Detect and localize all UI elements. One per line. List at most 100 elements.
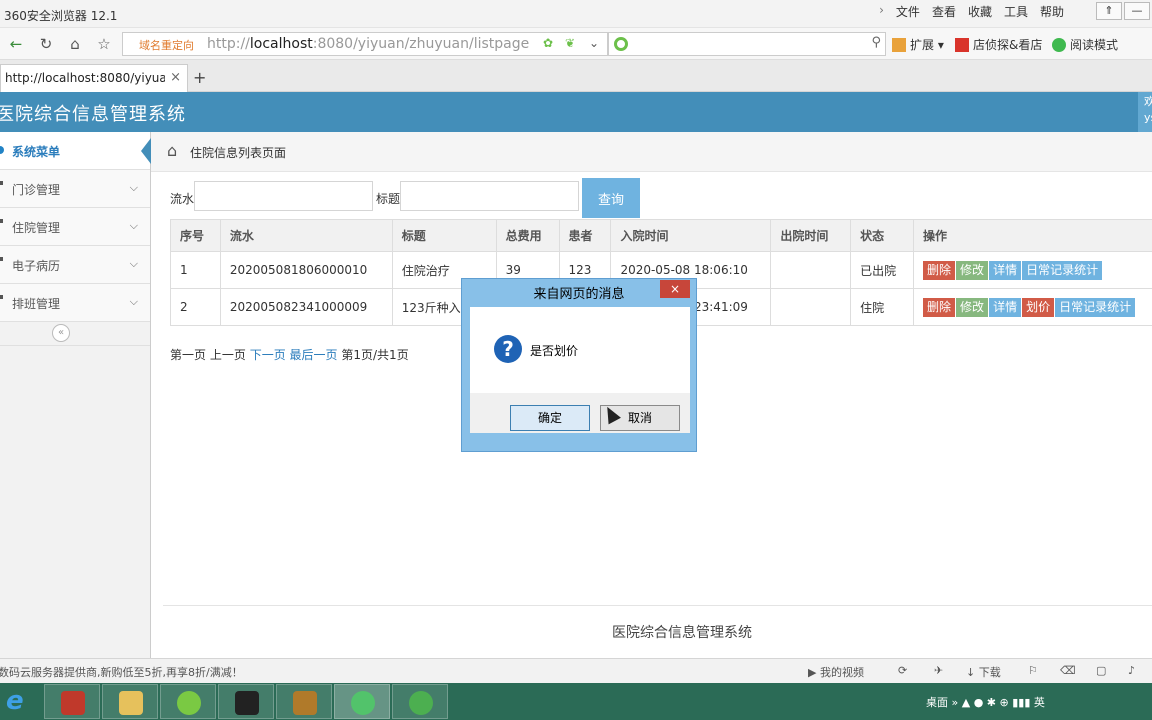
leaf-icon[interactable]: ❦	[565, 36, 575, 50]
shop-icon	[955, 38, 969, 52]
chevron-down-icon: ⌵	[129, 295, 138, 308]
bullet-icon	[0, 219, 3, 223]
title-input[interactable]	[400, 181, 579, 211]
app-taskbar-button[interactable]	[44, 684, 100, 719]
read-mode-button[interactable]: 阅读模式	[1052, 36, 1118, 53]
extensions-icon	[892, 38, 906, 52]
sidebar-item-inpatient[interactable]: 住院管理 ⌵	[0, 208, 150, 246]
pager-info: 第1页/共1页	[341, 348, 409, 362]
ide-taskbar-button[interactable]	[218, 684, 274, 719]
ok-button[interactable]: 确定	[510, 405, 590, 431]
pager-next[interactable]: 下一页	[250, 348, 286, 362]
pager-first[interactable]: 第一页	[170, 348, 206, 362]
app-header: 医院综合信息管理系统 欢 ys	[0, 92, 1152, 132]
search-box[interactable]: ⚲	[608, 32, 886, 56]
star-icon[interactable]: ☆	[94, 34, 114, 54]
ie-taskbar-icon[interactable]: e	[0, 683, 48, 720]
tab-active[interactable]: http://localhost:8080/yiyuan/z ×	[0, 64, 188, 92]
breadcrumb: ⌂ 住院信息列表页面	[151, 132, 1152, 172]
search-engine-icon[interactable]	[614, 37, 628, 51]
chevron-right-icon[interactable]: ›	[879, 3, 884, 20]
delete-button[interactable]: 删除	[923, 260, 956, 280]
clean-icon[interactable]: ⌫	[1060, 664, 1076, 677]
minimize-button[interactable]: —	[1124, 2, 1150, 20]
chevron-down-icon[interactable]: ⌄	[589, 36, 599, 50]
app-icon	[61, 691, 85, 715]
sidebar-item-scheduling[interactable]: 排班管理 ⌵	[0, 284, 150, 322]
promo-text[interactable]: 数码云服务器提供商,新购低至5折,再享8折/满减！	[0, 664, 243, 680]
desktop-label[interactable]: 桌面	[926, 696, 948, 709]
menu-view[interactable]: 查看	[932, 3, 956, 20]
read-mode-icon	[1052, 38, 1066, 52]
col-title: 标题	[391, 219, 497, 252]
col-discharge: 出院时间	[770, 219, 852, 252]
browser-icon	[177, 691, 201, 715]
table-header-row: 序号 流水 标题 总费用 患者 入院时间 出院时间 状态 操作	[170, 219, 1152, 252]
delete-button[interactable]: 删除	[923, 297, 956, 317]
window-icon[interactable]: ▢	[1096, 664, 1106, 677]
edit-button[interactable]: 修改	[956, 260, 989, 280]
tray-expand-icon[interactable]: » ▲	[952, 696, 974, 709]
video-button[interactable]: ▶ 我的视频	[808, 664, 864, 680]
address-bar[interactable]: 域名重定向 http://localhost:8080/yiyuan/zhuyu…	[122, 32, 608, 56]
active-browser-taskbar-button[interactable]	[334, 684, 390, 719]
explorer-taskbar-button[interactable]	[102, 684, 158, 719]
chevron-down-icon: ⌵	[129, 219, 138, 232]
pin-icon[interactable]: ✈	[934, 664, 943, 677]
shop-button[interactable]: 店侦探&看店	[955, 36, 1042, 53]
col-index: 序号	[170, 219, 221, 252]
sound-icon[interactable]: ♪	[1128, 664, 1135, 677]
refresh-icon[interactable]: ↻	[36, 34, 56, 54]
home-icon[interactable]: ⌂	[167, 141, 177, 160]
sidebar-header[interactable]: 系统菜单	[0, 132, 151, 170]
menu-tools[interactable]: 工具	[1004, 3, 1028, 20]
home-icon[interactable]: ⌂	[65, 34, 85, 54]
extensions-button[interactable]: 扩展 ▾	[892, 36, 944, 53]
cell-actions: 删除 修改 详情 划价 日常记录统计	[913, 288, 1152, 326]
browser-taskbar-button[interactable]	[160, 684, 216, 719]
back-icon[interactable]: ←	[6, 34, 26, 54]
book-taskbar-button[interactable]	[276, 684, 332, 719]
search-icon[interactable]: ⚲	[871, 35, 881, 50]
menu-help[interactable]: 帮助	[1040, 3, 1064, 20]
close-tab-icon[interactable]: ×	[170, 70, 181, 85]
pager-prev[interactable]: 上一页	[210, 348, 246, 362]
sidebar-item-emr[interactable]: 电子病历 ⌵	[0, 246, 150, 284]
paw-taskbar-button[interactable]	[392, 684, 448, 719]
edit-button[interactable]: 修改	[956, 297, 989, 317]
serial-input[interactable]	[194, 181, 373, 211]
question-icon: ?	[494, 335, 522, 363]
menu-favorites[interactable]: 收藏	[968, 3, 992, 20]
cell-serial: 202005082341000009	[219, 288, 393, 326]
new-tab-button[interactable]: +	[193, 68, 206, 87]
download-button[interactable]: ↓ 下载	[966, 664, 1001, 680]
tray-icons[interactable]: ● ✱ ⊕ ▮▮▮	[974, 696, 1034, 709]
user-menu[interactable]: 欢 ys	[1138, 92, 1152, 132]
detail-button[interactable]: 详情	[989, 297, 1022, 317]
menu-file[interactable]: 文件	[896, 3, 920, 20]
dialog-message: 是否划价	[530, 344, 579, 358]
redirect-label: 域名重定向	[139, 39, 194, 52]
sidebar-item-label: 电子病历	[12, 259, 61, 273]
pagination: 第一页 上一页 下一页 最后一页 第1页/共1页	[170, 346, 409, 363]
security-icon[interactable]: ✿	[543, 36, 553, 50]
skin-icon[interactable]: ⇑	[1096, 2, 1122, 20]
search-button[interactable]: 查询	[582, 178, 640, 218]
detail-button[interactable]: 详情	[989, 260, 1022, 280]
daily-stats-button[interactable]: 日常记录统计	[1055, 297, 1136, 317]
browser-titlebar: 360安全浏览器 12.1 › 文件 查看 收藏 工具 帮助 ⇑ —	[0, 0, 1152, 28]
pager-last[interactable]: 最后一页	[290, 348, 338, 362]
speed-icon[interactable]: ⟳	[898, 664, 907, 677]
collapse-icon[interactable]: «	[52, 324, 70, 342]
dialog-footer: 确定 取消	[470, 393, 690, 433]
dialog-close-button[interactable]: ×	[660, 280, 690, 298]
breadcrumb-label: 住院信息列表页面	[190, 146, 287, 160]
sidebar-item-outpatient[interactable]: 门诊管理 ⌵	[0, 170, 150, 208]
flag-icon[interactable]: ⚐	[1028, 664, 1038, 677]
pricing-button[interactable]: 划价	[1022, 297, 1055, 317]
bullet-icon	[0, 181, 3, 185]
ime-indicator[interactable]: 英	[1034, 696, 1045, 709]
book-icon	[293, 691, 317, 715]
daily-stats-button[interactable]: 日常记录统计	[1022, 260, 1103, 280]
sidebar: 系统菜单 门诊管理 ⌵ 住院管理 ⌵ 电子病历 ⌵ 排班管理 ⌵ «	[0, 132, 151, 658]
